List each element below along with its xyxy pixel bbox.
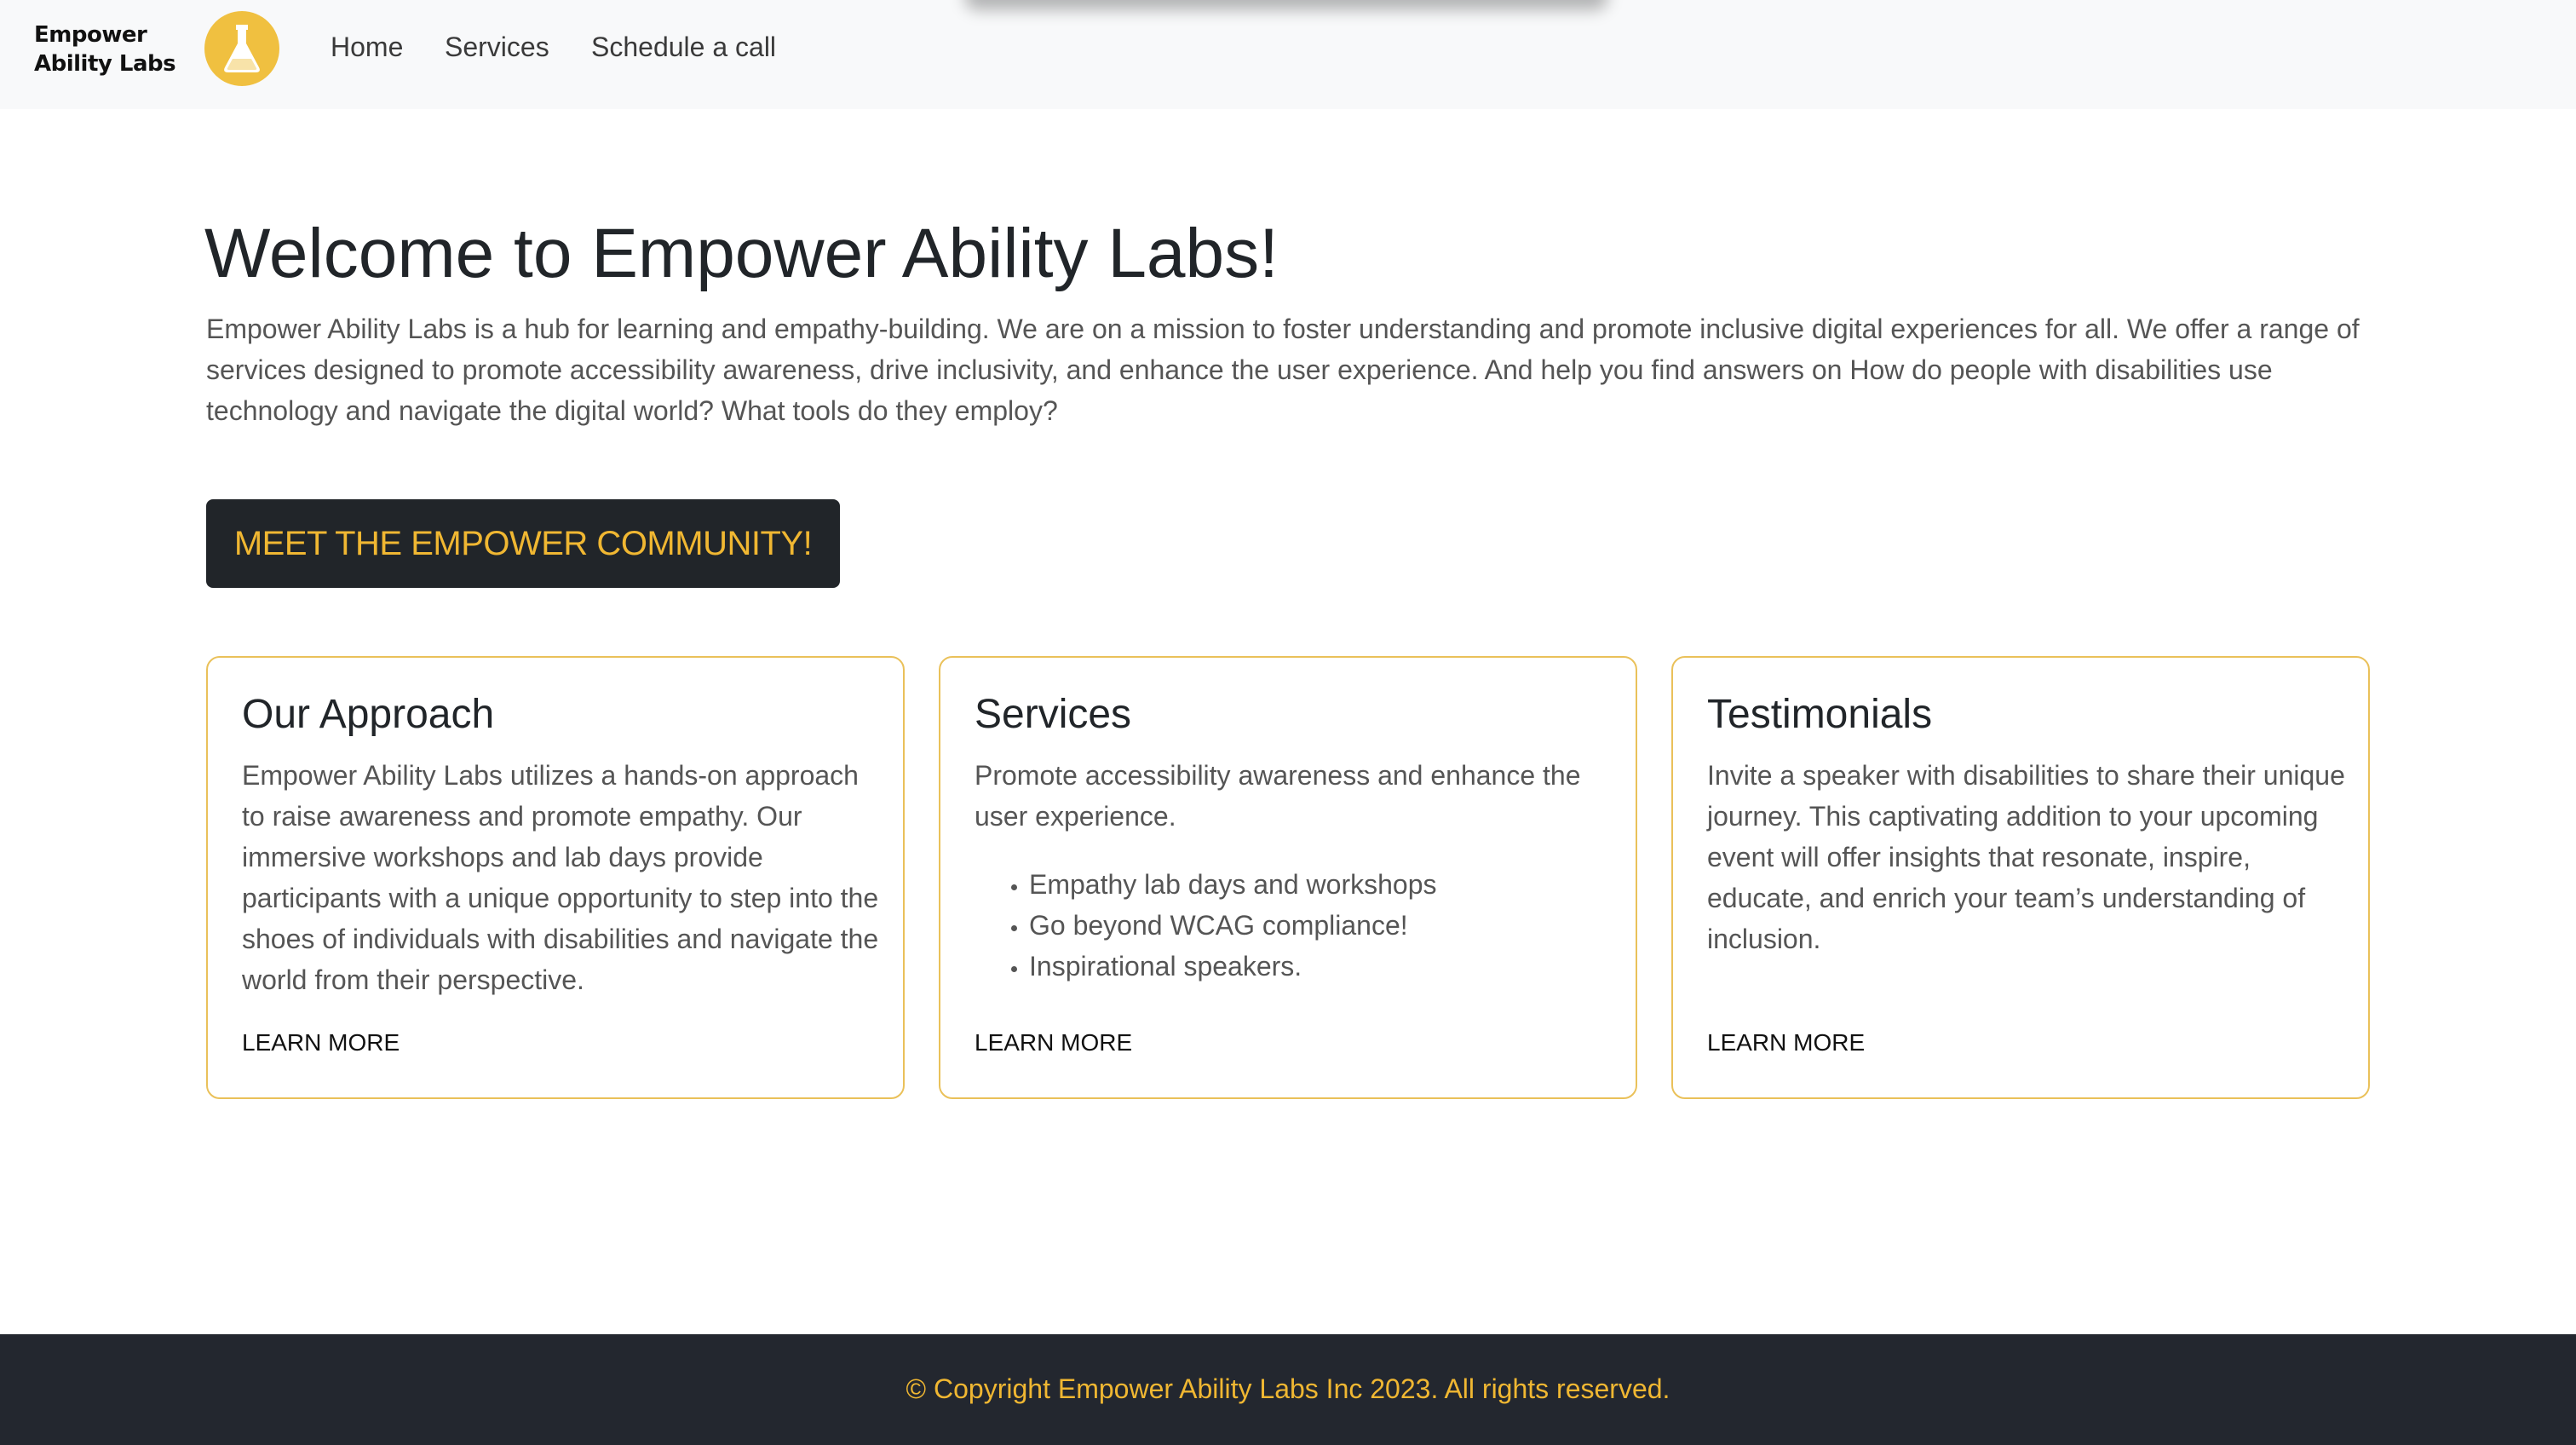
list-item: Empathy lab days and workshops xyxy=(1029,864,1605,905)
flask-icon[interactable] xyxy=(204,11,279,86)
card-services: Services Promote accessibility awareness… xyxy=(939,656,1637,1099)
card-title: Services xyxy=(975,692,1132,737)
list-item: Inspirational speakers. xyxy=(1029,946,1605,987)
card-title: Our Approach xyxy=(242,692,495,737)
nav-link-services[interactable]: Services xyxy=(445,29,549,65)
intro-paragraph: Empower Ability Labs is a hub for learni… xyxy=(206,314,2360,426)
list-item: Go beyond WCAG compliance! xyxy=(1029,905,1605,946)
page-title: Welcome to Empower Ability Labs! xyxy=(204,215,1279,292)
card-our-approach: Our Approach Empower Ability Labs utiliz… xyxy=(206,656,905,1099)
brand-name[interactable]: Empower Ability Labs xyxy=(34,20,201,78)
card-text: Promote accessibility awareness and enha… xyxy=(975,760,1581,832)
nav-link-home[interactable]: Home xyxy=(331,29,403,65)
meet-community-button[interactable]: MEET THE EMPOWER COMMUNITY! xyxy=(206,499,840,588)
learn-more-link[interactable]: LEARN MORE xyxy=(242,1028,400,1058)
card-text: Invite a speaker with disabilities to sh… xyxy=(1707,760,2345,954)
learn-more-link[interactable]: LEARN MORE xyxy=(975,1028,1132,1058)
learn-more-link[interactable]: LEARN MORE xyxy=(1707,1028,1865,1058)
copyright-text: © Copyright Empower Ability Labs Inc 202… xyxy=(906,1373,1670,1404)
footer: © Copyright Empower Ability Labs Inc 202… xyxy=(0,1334,2576,1445)
navbar: Empower Ability Labs Home Services Sched… xyxy=(0,0,2576,109)
card-title: Testimonials xyxy=(1707,692,1933,737)
services-list: Empathy lab days and workshops Go beyond… xyxy=(975,864,1605,987)
nav-link-schedule-call[interactable]: Schedule a call xyxy=(591,29,776,65)
card-testimonials: Testimonials Invite a speaker with disab… xyxy=(1671,656,2370,1099)
card-text: Empower Ability Labs utilizes a hands-on… xyxy=(242,760,879,995)
